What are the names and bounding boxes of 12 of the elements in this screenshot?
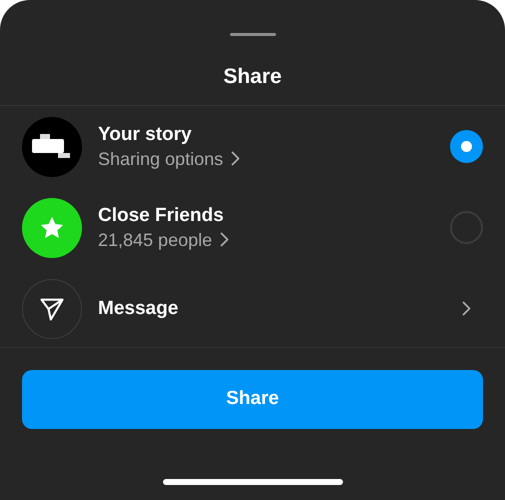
option-label[interactable]: Close Friends <box>98 204 450 228</box>
send-icon <box>22 278 82 338</box>
chevron-icon <box>231 151 240 166</box>
sheet-title: Share <box>222 66 283 87</box>
option-detail[interactable]: Sharing options <box>98 146 224 170</box>
drag-handle[interactable] <box>230 33 276 36</box>
chevron-icon <box>462 301 471 316</box>
radio-button[interactable] <box>450 130 483 163</box>
option-label[interactable]: Message <box>98 296 450 320</box>
option-detail[interactable]: 21,845 people <box>98 228 212 252</box>
option-label[interactable]: Your story <box>98 122 450 146</box>
chevron-icon <box>220 232 230 247</box>
